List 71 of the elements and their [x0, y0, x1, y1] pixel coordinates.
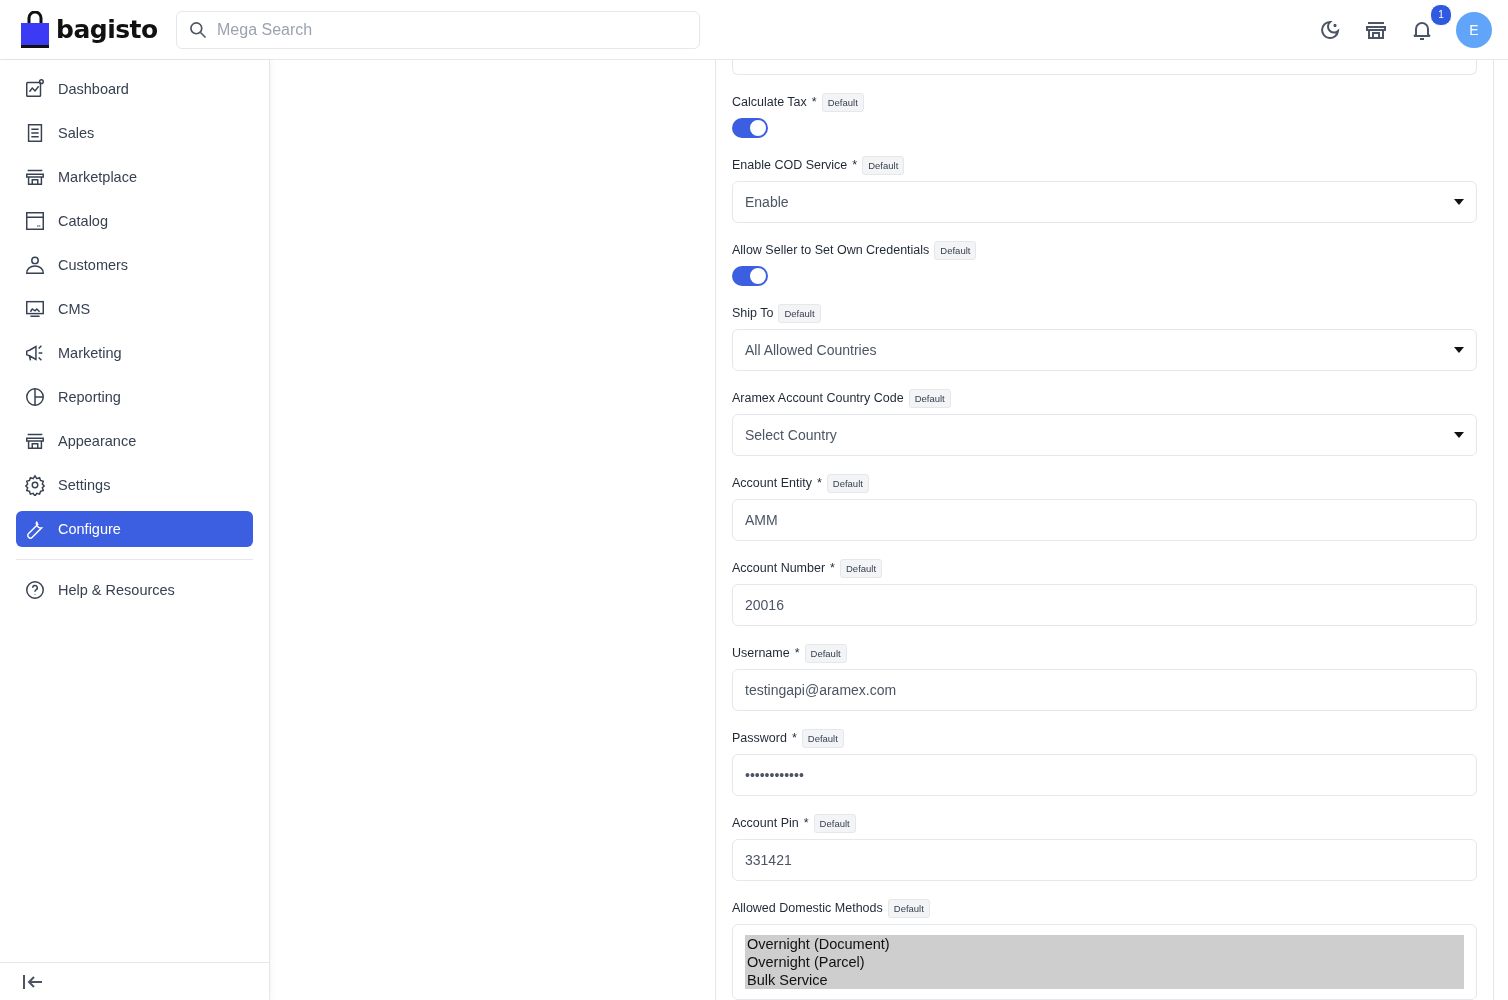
select-option[interactable]: Overnight (Document) — [745, 935, 1464, 953]
input-field[interactable]: •••••••••••• — [732, 754, 1477, 796]
caret-icon — [1454, 347, 1464, 353]
help-icon — [24, 579, 46, 601]
default-tag: Default — [804, 643, 847, 663]
notification-count: 1 — [1430, 3, 1452, 26]
default-tag: Default — [778, 303, 821, 323]
input-field[interactable]: AMM — [732, 499, 1477, 541]
person-icon — [24, 254, 46, 276]
default-tag: Default — [862, 155, 905, 175]
required-mark: * — [811, 95, 817, 109]
required-mark: * — [830, 561, 835, 575]
input-field[interactable]: 331421 — [732, 839, 1477, 881]
multi-select-field[interactable]: Overnight (Document) Overnight (Parcel) Bulk Service — [732, 924, 1477, 1000]
field-label: Allowed Domestic Methods — [732, 901, 883, 915]
sidebar-item[interactable]: Customers — [16, 247, 253, 283]
default-tag: Default — [821, 92, 864, 112]
field-label: Allow Seller to Set Own Credentials — [732, 243, 930, 257]
select-option[interactable]: Overnight (Parcel) — [745, 953, 1464, 971]
sidebar-item[interactable]: Marketplace — [16, 159, 253, 195]
field-label: Account Entity — [732, 476, 812, 490]
default-tag: Default — [887, 898, 930, 918]
toggle-switch[interactable] — [732, 118, 768, 138]
catalog-icon — [24, 210, 46, 232]
field-label: Account Number — [732, 561, 826, 575]
caret-icon — [1454, 432, 1464, 438]
sidebar-item[interactable]: CMS — [16, 291, 253, 327]
default-tag: Default — [813, 813, 856, 833]
sidebar-item[interactable]: Settings — [16, 467, 253, 503]
sidebar-item[interactable]: Marketing — [16, 335, 253, 371]
shopping-bag-icon — [20, 10, 50, 49]
required-mark: * — [794, 646, 800, 660]
default-tag: Default — [826, 473, 869, 493]
field-label: Aramex Account Country Code — [732, 391, 904, 405]
sidebar-item[interactable]: Help & Resources — [16, 572, 253, 608]
default-tag: Default — [908, 388, 951, 408]
sidebar-item[interactable]: Configure — [16, 511, 253, 547]
caret-icon — [1454, 199, 1464, 205]
select-field[interactable]: All Allowed Countries — [732, 329, 1477, 371]
input-field[interactable]: testingapi@aramex.com — [732, 669, 1477, 711]
field-label: Enable COD Service — [732, 158, 848, 172]
monitor-icon — [24, 298, 46, 320]
field-label: Calculate Tax — [732, 95, 807, 109]
input-field[interactable]: 20016 — [732, 584, 1477, 626]
default-tag: Default — [801, 728, 844, 748]
collapse-icon[interactable] — [22, 972, 44, 991]
required-mark: * — [852, 158, 858, 172]
pie-chart-icon — [24, 386, 46, 408]
sidebar-item[interactable]: Catalog — [16, 203, 253, 239]
select-field[interactable]: Enable — [732, 181, 1477, 223]
field-label: Username — [732, 646, 790, 660]
search-field[interactable]: Mega Search — [176, 10, 700, 49]
sidebar-item[interactable]: Appearance — [16, 423, 253, 459]
field-label: Password — [732, 731, 787, 745]
required-mark: * — [816, 476, 822, 490]
default-tag: Default — [840, 558, 883, 578]
toggle-switch[interactable] — [732, 266, 768, 286]
field-label: Account Pin — [732, 816, 799, 830]
sidebar-item[interactable]: Sales — [16, 115, 253, 151]
chart-icon — [24, 78, 46, 100]
sidebar-item[interactable]: Reporting — [16, 379, 253, 415]
settings-icon — [24, 474, 46, 496]
select-option[interactable]: Bulk Service — [745, 971, 1464, 989]
input-field[interactable] — [732, 60, 1477, 75]
select-field[interactable]: Select Country — [732, 414, 1477, 456]
required-mark: * — [803, 816, 809, 830]
logo[interactable]: bagisto — [56, 15, 158, 44]
default-tag: Default — [934, 240, 977, 260]
required-mark: * — [791, 731, 797, 745]
field-label: Ship To — [732, 306, 774, 320]
sidebar-item[interactable]: Dashboard — [16, 71, 253, 107]
